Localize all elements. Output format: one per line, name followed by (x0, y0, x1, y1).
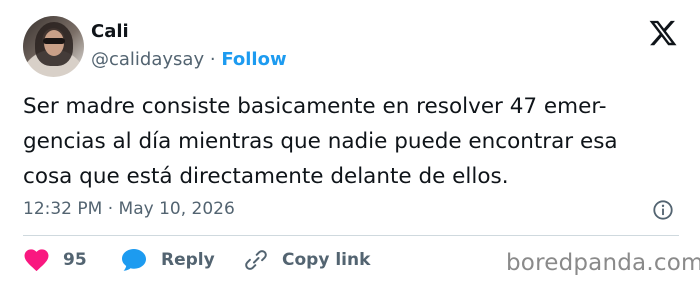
avatar-sunglasses (43, 38, 65, 44)
info-icon[interactable] (652, 199, 674, 221)
watermark: boredpanda.com (506, 250, 700, 276)
speech-bubble-icon (122, 249, 146, 271)
tweet-text-line: cosa que está directamente delante de el… (23, 164, 509, 189)
reply-label: Reply (161, 250, 215, 270)
like-button[interactable]: 95 (24, 246, 87, 274)
reply-button[interactable]: Reply (121, 246, 215, 274)
heart-icon (24, 248, 49, 271)
follow-button[interactable]: Follow (221, 49, 286, 70)
author-avatar[interactable] (23, 16, 84, 77)
tweet-timestamp[interactable]: 12:32 PM · May 10, 2026 (23, 199, 235, 219)
like-count: 95 (63, 250, 87, 270)
author-handle[interactable]: @calidaysay (91, 49, 204, 70)
link-icon (245, 250, 267, 270)
tweet-text-line: Ser madre consiste basicamente en resolv… (23, 94, 607, 119)
author-handle-line: @calidaysay · Follow (91, 49, 287, 70)
copy-link-button[interactable]: Copy link (244, 246, 370, 274)
tweet-text-line: gencias al día mientras que nadie puede … (23, 129, 618, 154)
handle-separator: · (209, 49, 216, 70)
x-logo-icon[interactable] (648, 18, 678, 48)
tweet-text: Ser madre consiste basicamente en resolv… (23, 89, 683, 194)
author-name[interactable]: Cali (91, 21, 129, 42)
copy-link-label: Copy link (282, 250, 371, 270)
action-divider (23, 235, 679, 236)
